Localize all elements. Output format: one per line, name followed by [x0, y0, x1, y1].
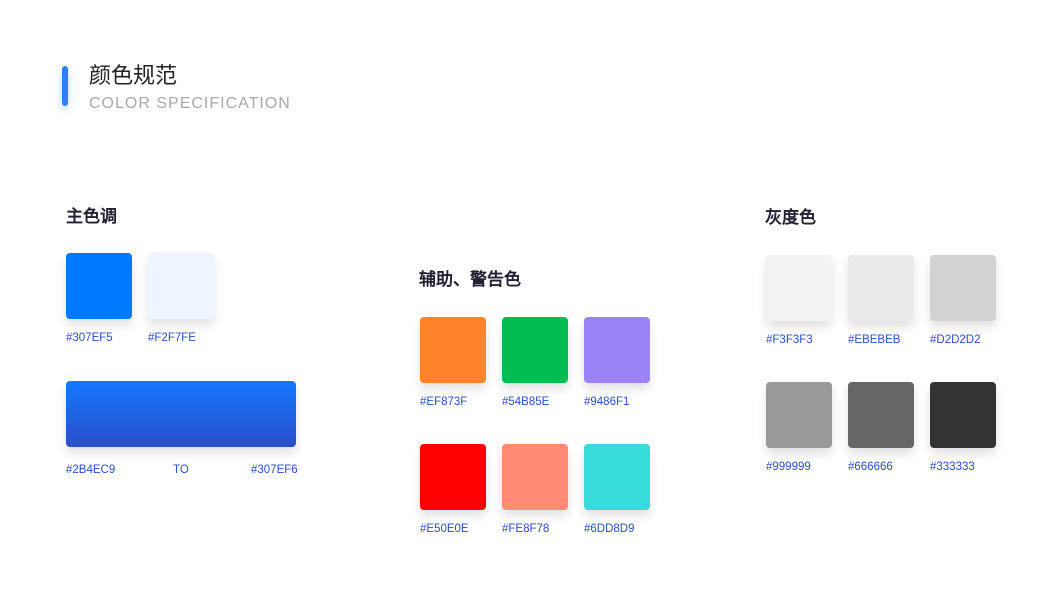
swatch-salmon	[502, 444, 568, 510]
color-code-gray-33: #333333	[930, 461, 975, 473]
color-code-green: #54B85E	[502, 396, 550, 408]
page-subtitle: COLOR SPECIFICATION	[89, 95, 291, 112]
swatch-purple	[584, 317, 650, 383]
color-code-primary-light: #F2F7FE	[148, 332, 196, 344]
swatch-primary-blue	[66, 253, 132, 319]
gradient-from-code: #2B4EC9	[66, 464, 116, 476]
swatch-gray-99	[766, 382, 832, 448]
color-code-gray-66: #666666	[848, 461, 893, 473]
swatch-green	[502, 317, 568, 383]
swatch-gray-33	[930, 382, 996, 448]
color-code-red: #E50E0E	[420, 523, 469, 535]
section-title-auxiliary: 辅助、警告色	[419, 270, 521, 289]
swatch-gray-d2	[930, 255, 996, 321]
swatch-primary-light	[148, 253, 214, 319]
color-code-cyan: #6DD8D9	[584, 523, 635, 535]
swatch-gray-f3	[766, 255, 832, 321]
gradient-to-code: #307EF6	[251, 464, 298, 476]
swatch-gray-eb	[848, 255, 914, 321]
gradient-bar	[66, 381, 296, 447]
swatch-cyan	[584, 444, 650, 510]
gradient-to-label: TO	[173, 464, 189, 476]
color-code-salmon: #FE8F78	[502, 523, 550, 535]
section-title-gray: 灰度色	[765, 208, 816, 227]
swatch-orange	[420, 317, 486, 383]
swatch-gray-66	[848, 382, 914, 448]
color-code-gray-f3: #F3F3F3	[766, 334, 813, 346]
page-title: 颜色规范	[89, 64, 178, 89]
swatch-red	[420, 444, 486, 510]
color-code-gray-eb: #EBEBEB	[848, 334, 901, 346]
color-code-gray-99: #999999	[766, 461, 811, 473]
color-code-primary-blue: #307EF5	[66, 332, 113, 344]
section-title-primary: 主色调	[66, 207, 117, 226]
color-code-orange: #EF873F	[420, 396, 468, 408]
title-accent-bar	[62, 66, 68, 106]
color-code-gray-d2: #D2D2D2	[930, 334, 981, 346]
color-code-purple: #9486F1	[584, 396, 630, 408]
